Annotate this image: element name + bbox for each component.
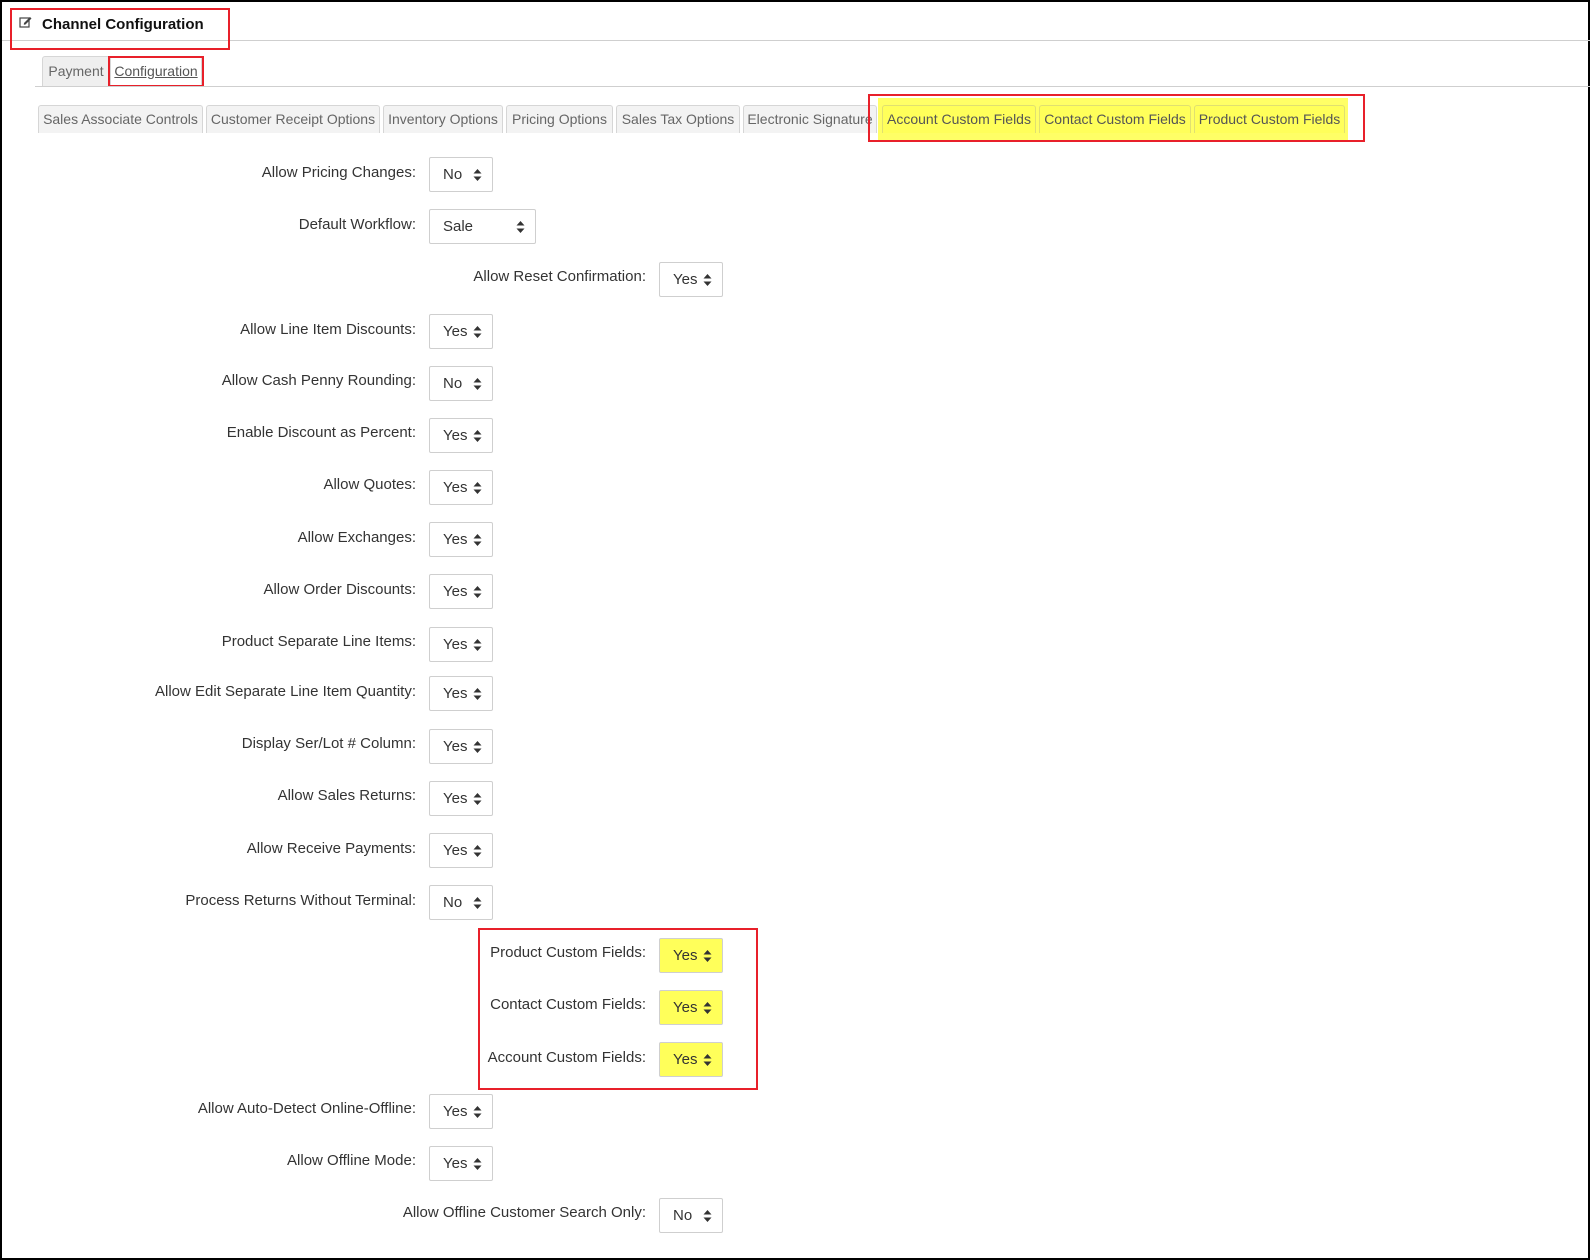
app-window: Channel Configuration Payment Configurat… xyxy=(0,0,1590,1260)
subtab-inventory-options[interactable]: Inventory Options xyxy=(383,105,503,133)
sort-arrows-icon xyxy=(473,793,482,805)
sort-arrows-icon xyxy=(473,897,482,909)
sort-arrows-icon xyxy=(703,1002,712,1014)
annotation-box-configuration-tab xyxy=(108,56,204,87)
select-process-returns-without-terminal[interactable]: No xyxy=(429,885,493,920)
label-allow-pricing-changes: Allow Pricing Changes: xyxy=(261,164,416,181)
select-allow-pricing-changes[interactable]: No xyxy=(429,157,493,192)
label-allow-line-item-discounts: Allow Line Item Discounts: xyxy=(240,321,416,338)
label-contact-custom-fields: Contact Custom Fields: xyxy=(490,996,646,1013)
annotation-box-title xyxy=(10,8,230,50)
label-enable-discount-as-percent: Enable Discount as Percent: xyxy=(226,424,416,441)
select-allow-edit-separate-line-item-quantity[interactable]: Yes xyxy=(429,676,493,711)
label-allow-sales-returns: Allow Sales Returns: xyxy=(277,787,416,804)
label-allow-auto-detect-online-offline: Allow Auto-Detect Online-Offline: xyxy=(197,1100,416,1117)
subtab-sales-tax-options[interactable]: Sales Tax Options xyxy=(616,105,740,133)
label-display-ser-lot-column: Display Ser/Lot # Column: xyxy=(241,735,416,752)
select-allow-order-discounts[interactable]: Yes xyxy=(429,574,493,609)
label-account-custom-fields: Account Custom Fields: xyxy=(487,1049,646,1066)
sort-arrows-icon xyxy=(473,482,482,494)
tabs-divider xyxy=(35,86,1590,87)
label-allow-quotes: Allow Quotes: xyxy=(323,476,416,493)
select-allow-quotes[interactable]: Yes xyxy=(429,470,493,505)
sort-arrows-icon xyxy=(473,845,482,857)
select-default-workflow[interactable]: Sale xyxy=(429,209,536,244)
sort-arrows-icon xyxy=(703,1210,712,1222)
label-allow-reset-confirmation: Allow Reset Confirmation: xyxy=(473,268,646,285)
select-allow-offline-mode[interactable]: Yes xyxy=(429,1146,493,1181)
sort-arrows-icon xyxy=(473,378,482,390)
label-allow-edit-separate-line-item-quantity: Allow Edit Separate Line Item Quantity: xyxy=(155,683,416,700)
sort-arrows-icon xyxy=(473,326,482,338)
annotation-box-custom-field-tabs xyxy=(868,94,1365,142)
sort-arrows-icon xyxy=(473,1106,482,1118)
label-allow-cash-penny-rounding: Allow Cash Penny Rounding: xyxy=(221,372,416,389)
select-allow-exchanges[interactable]: Yes xyxy=(429,522,493,557)
select-allow-reset-confirmation[interactable]: Yes xyxy=(659,262,723,297)
subtab-customer-receipt-options[interactable]: Customer Receipt Options xyxy=(206,105,380,133)
select-allow-sales-returns[interactable]: Yes xyxy=(429,781,493,816)
sort-arrows-icon xyxy=(473,639,482,651)
tab-payment[interactable]: Payment xyxy=(42,56,110,86)
label-allow-receive-payments: Allow Receive Payments: xyxy=(246,840,416,857)
sort-arrows-icon xyxy=(703,274,712,286)
label-allow-offline-customer-search-only: Allow Offline Customer Search Only: xyxy=(402,1204,646,1221)
sort-arrows-icon xyxy=(473,169,482,181)
subtab-pricing-options[interactable]: Pricing Options xyxy=(506,105,613,133)
label-product-separate-line-items: Product Separate Line Items: xyxy=(221,633,416,650)
select-contact-custom-fields[interactable]: Yes xyxy=(659,990,723,1025)
select-product-custom-fields[interactable]: Yes xyxy=(659,938,723,973)
select-display-ser-lot-column[interactable]: Yes xyxy=(429,729,493,764)
label-product-custom-fields: Product Custom Fields: xyxy=(490,944,646,961)
select-allow-cash-penny-rounding[interactable]: No xyxy=(429,366,493,401)
select-allow-offline-customer-search-only[interactable]: No xyxy=(659,1198,723,1233)
label-allow-offline-mode: Allow Offline Mode: xyxy=(287,1152,416,1169)
subtab-sales-associate-controls[interactable]: Sales Associate Controls xyxy=(38,105,203,133)
label-allow-order-discounts: Allow Order Discounts: xyxy=(263,581,416,598)
select-enable-discount-as-percent[interactable]: Yes xyxy=(429,418,493,453)
select-allow-receive-payments[interactable]: Yes xyxy=(429,833,493,868)
label-default-workflow: Default Workflow: xyxy=(298,216,416,233)
select-allow-line-item-discounts[interactable]: Yes xyxy=(429,314,493,349)
select-product-separate-line-items[interactable]: Yes xyxy=(429,627,493,662)
select-allow-auto-detect-online-offline[interactable]: Yes xyxy=(429,1094,493,1129)
label-process-returns-without-terminal: Process Returns Without Terminal: xyxy=(185,892,416,909)
sort-arrows-icon xyxy=(703,950,712,962)
select-account-custom-fields[interactable]: Yes xyxy=(659,1042,723,1077)
sort-arrows-icon xyxy=(473,1158,482,1170)
sort-arrows-icon xyxy=(516,221,525,233)
sort-arrows-icon xyxy=(473,586,482,598)
subtab-electronic-signature[interactable]: Electronic Signature xyxy=(743,105,877,133)
label-allow-exchanges: Allow Exchanges: xyxy=(297,529,416,546)
sort-arrows-icon xyxy=(473,534,482,546)
header-divider xyxy=(2,40,1590,41)
sort-arrows-icon xyxy=(473,430,482,442)
sort-arrows-icon xyxy=(473,741,482,753)
sort-arrows-icon xyxy=(703,1054,712,1066)
sort-arrows-icon xyxy=(473,688,482,700)
